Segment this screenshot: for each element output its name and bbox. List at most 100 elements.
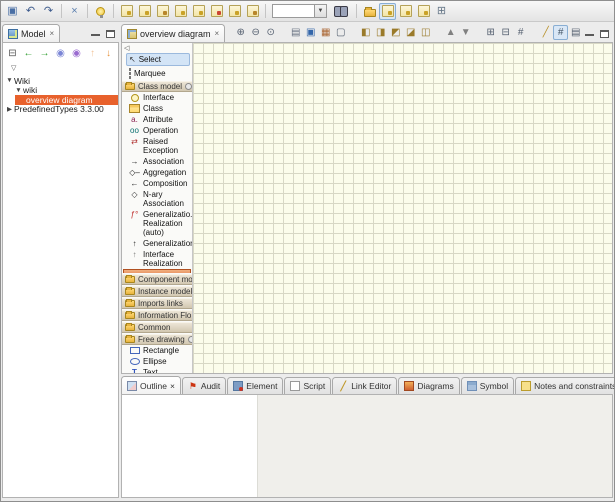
zoom-100-icon[interactable]: ⊙ <box>263 25 278 40</box>
edit-links-icon[interactable]: ╱ <box>538 25 553 40</box>
diagram-canvas[interactable] <box>193 43 612 373</box>
create-class-icon[interactable] <box>136 3 153 20</box>
tree-item[interactable]: ▶PredefinedTypes 3.3.00 <box>3 105 118 115</box>
palette-section-information-flo-[interactable]: Information Flo... <box>122 310 192 321</box>
distribute-icon[interactable]: # <box>513 25 528 40</box>
redo-icon[interactable]: ↷ <box>40 3 57 20</box>
search-icon[interactable] <box>334 6 348 16</box>
align-boxes-icon[interactable]: ⊞ <box>483 25 498 40</box>
palette-item[interactable]: Ellipse <box>122 356 192 367</box>
palette-section-free-drawing[interactable]: Free drawing <box>122 334 192 345</box>
view-menu-chevron-icon[interactable]: ▽ <box>11 64 16 72</box>
create-sequence-diagram-icon[interactable] <box>190 3 207 20</box>
delete-icon[interactable]: × <box>66 3 83 20</box>
search-input[interactable] <box>272 4 314 18</box>
move-down-icon[interactable]: ↓ <box>101 46 116 61</box>
create-interface-icon[interactable] <box>154 3 171 20</box>
zoom-out-icon[interactable]: ⊖ <box>248 25 263 40</box>
related-elements-left-icon[interactable]: ◉ <box>53 46 68 61</box>
navigate-forward-icon[interactable]: → <box>37 46 52 61</box>
undo-icon[interactable]: ↶ <box>22 3 39 20</box>
palette-tool-select[interactable]: ↖Select <box>126 53 190 66</box>
paste-appearance-icon[interactable]: ◨ <box>373 25 388 40</box>
palette-item[interactable]: ↑Generalization <box>122 238 192 249</box>
pin-icon[interactable] <box>185 83 192 90</box>
palette-item[interactable]: ƒ°Generalizatio... Realization (auto) <box>122 209 192 238</box>
minimize-icon[interactable] <box>91 33 100 36</box>
navigate-back-icon[interactable]: ← <box>21 46 36 61</box>
expander-icon[interactable]: ▶ <box>5 105 14 113</box>
create-deployment-diagram-icon[interactable] <box>244 3 261 20</box>
palette-item[interactable]: TText <box>122 367 192 373</box>
tab-symbol[interactable]: Symbol <box>461 377 514 394</box>
grid-view-icon[interactable]: ⊞ <box>433 3 450 20</box>
tab-diagrams[interactable]: Diagrams <box>398 377 459 394</box>
palette-item[interactable]: Interface <box>122 92 192 103</box>
filter-view-icon[interactable] <box>415 3 432 20</box>
tab-element[interactable]: Element <box>227 377 283 394</box>
palette-item[interactable]: ◇–Aggregation <box>122 167 192 178</box>
move-up-icon[interactable]: ↑ <box>85 46 100 61</box>
tab-link-editor[interactable]: ╱Link Editor <box>332 377 397 394</box>
palette-item[interactable]: →Association <box>122 156 192 167</box>
combo-dropdown-icon[interactable]: ▼ <box>314 4 327 18</box>
copy-image-icon[interactable]: ▦ <box>318 25 333 40</box>
flag-icon[interactable]: ⚑ <box>117 46 118 61</box>
tab-script[interactable]: Script <box>284 377 331 394</box>
palette-item[interactable]: a.Attribute <box>122 114 192 125</box>
palette-section-common[interactable]: Common <box>122 322 192 333</box>
pin-icon[interactable] <box>188 336 192 343</box>
paste-icon[interactable]: ◪ <box>403 25 418 40</box>
snap-to-grid-icon[interactable]: # <box>553 25 568 40</box>
maximize-icon[interactable] <box>600 30 609 38</box>
save-icon[interactable]: ▣ <box>4 3 21 20</box>
lightbulb-icon[interactable] <box>92 3 109 20</box>
palette-section-component-mo-[interactable]: Component mo... <box>122 274 192 285</box>
palette-item[interactable]: ◇N-ary Association <box>122 189 192 209</box>
tree-item[interactable]: ▼Wiki <box>3 76 118 86</box>
zoom-in-icon[interactable]: ⊕ <box>233 25 248 40</box>
link-with-editor-icon[interactable] <box>379 3 396 20</box>
tab-outline[interactable]: Outline× <box>121 376 181 394</box>
tree-item[interactable]: ▼wiki <box>3 86 118 96</box>
tab-model[interactable]: Model × <box>2 24 60 42</box>
print-icon[interactable]: ▤ <box>288 25 303 40</box>
send-backward-icon[interactable]: ▼ <box>458 25 473 40</box>
show-layers-icon[interactable]: ▤ <box>568 25 583 40</box>
palette-collapse-icon[interactable]: ◁ <box>124 44 129 52</box>
expander-icon[interactable]: ▼ <box>5 77 14 84</box>
related-elements-right-icon[interactable]: ◉ <box>69 46 84 61</box>
palette-section-instance-model[interactable]: Instance model <box>122 286 192 297</box>
close-icon[interactable]: × <box>215 29 220 38</box>
open-folder-icon[interactable] <box>361 3 378 20</box>
palette-item[interactable]: ↑Interface Realization <box>122 249 192 269</box>
expander-icon[interactable]: ▼ <box>14 87 23 94</box>
save-as-image-icon[interactable]: ▣ <box>303 25 318 40</box>
outline-preview-area[interactable] <box>122 395 258 497</box>
create-package-icon[interactable] <box>118 3 135 20</box>
minimize-icon[interactable] <box>585 33 594 36</box>
match-size-icon[interactable]: ⊟ <box>498 25 513 40</box>
tab-notes-and-constraints[interactable]: Notes and constraints <box>515 377 615 394</box>
flat-view-icon[interactable] <box>397 3 414 20</box>
copy-appearance-icon[interactable]: ◧ <box>358 25 373 40</box>
copy-icon[interactable]: ◩ <box>388 25 403 40</box>
collapse-all-icon[interactable]: ⊟ <box>5 46 20 61</box>
bring-forward-icon[interactable]: ▲ <box>443 25 458 40</box>
close-icon[interactable]: × <box>170 381 175 391</box>
create-class-diagram-icon[interactable] <box>172 3 189 20</box>
tree-item[interactable]: overview diagram <box>15 95 118 105</box>
palette-section-imports-links[interactable]: Imports links <box>122 298 192 309</box>
create-statemachine-diagram-icon[interactable] <box>226 3 243 20</box>
palette-section-class-model[interactable]: Class model <box>122 81 192 92</box>
palette-item[interactable]: Rectangle <box>122 345 192 356</box>
maximize-icon[interactable] <box>106 30 115 38</box>
create-usecase-diagram-icon[interactable] <box>208 3 225 20</box>
palette-item[interactable]: ooOperation <box>122 125 192 136</box>
tab-audit[interactable]: ⚑Audit <box>182 377 226 394</box>
close-icon[interactable]: × <box>50 29 55 38</box>
duplicate-icon[interactable]: ◫ <box>418 25 433 40</box>
tab-overview-diagram[interactable]: overview diagram × <box>121 24 225 42</box>
palette-item[interactable]: Class <box>122 103 192 114</box>
palette-item[interactable]: ⇄Raised Exception <box>122 136 192 156</box>
